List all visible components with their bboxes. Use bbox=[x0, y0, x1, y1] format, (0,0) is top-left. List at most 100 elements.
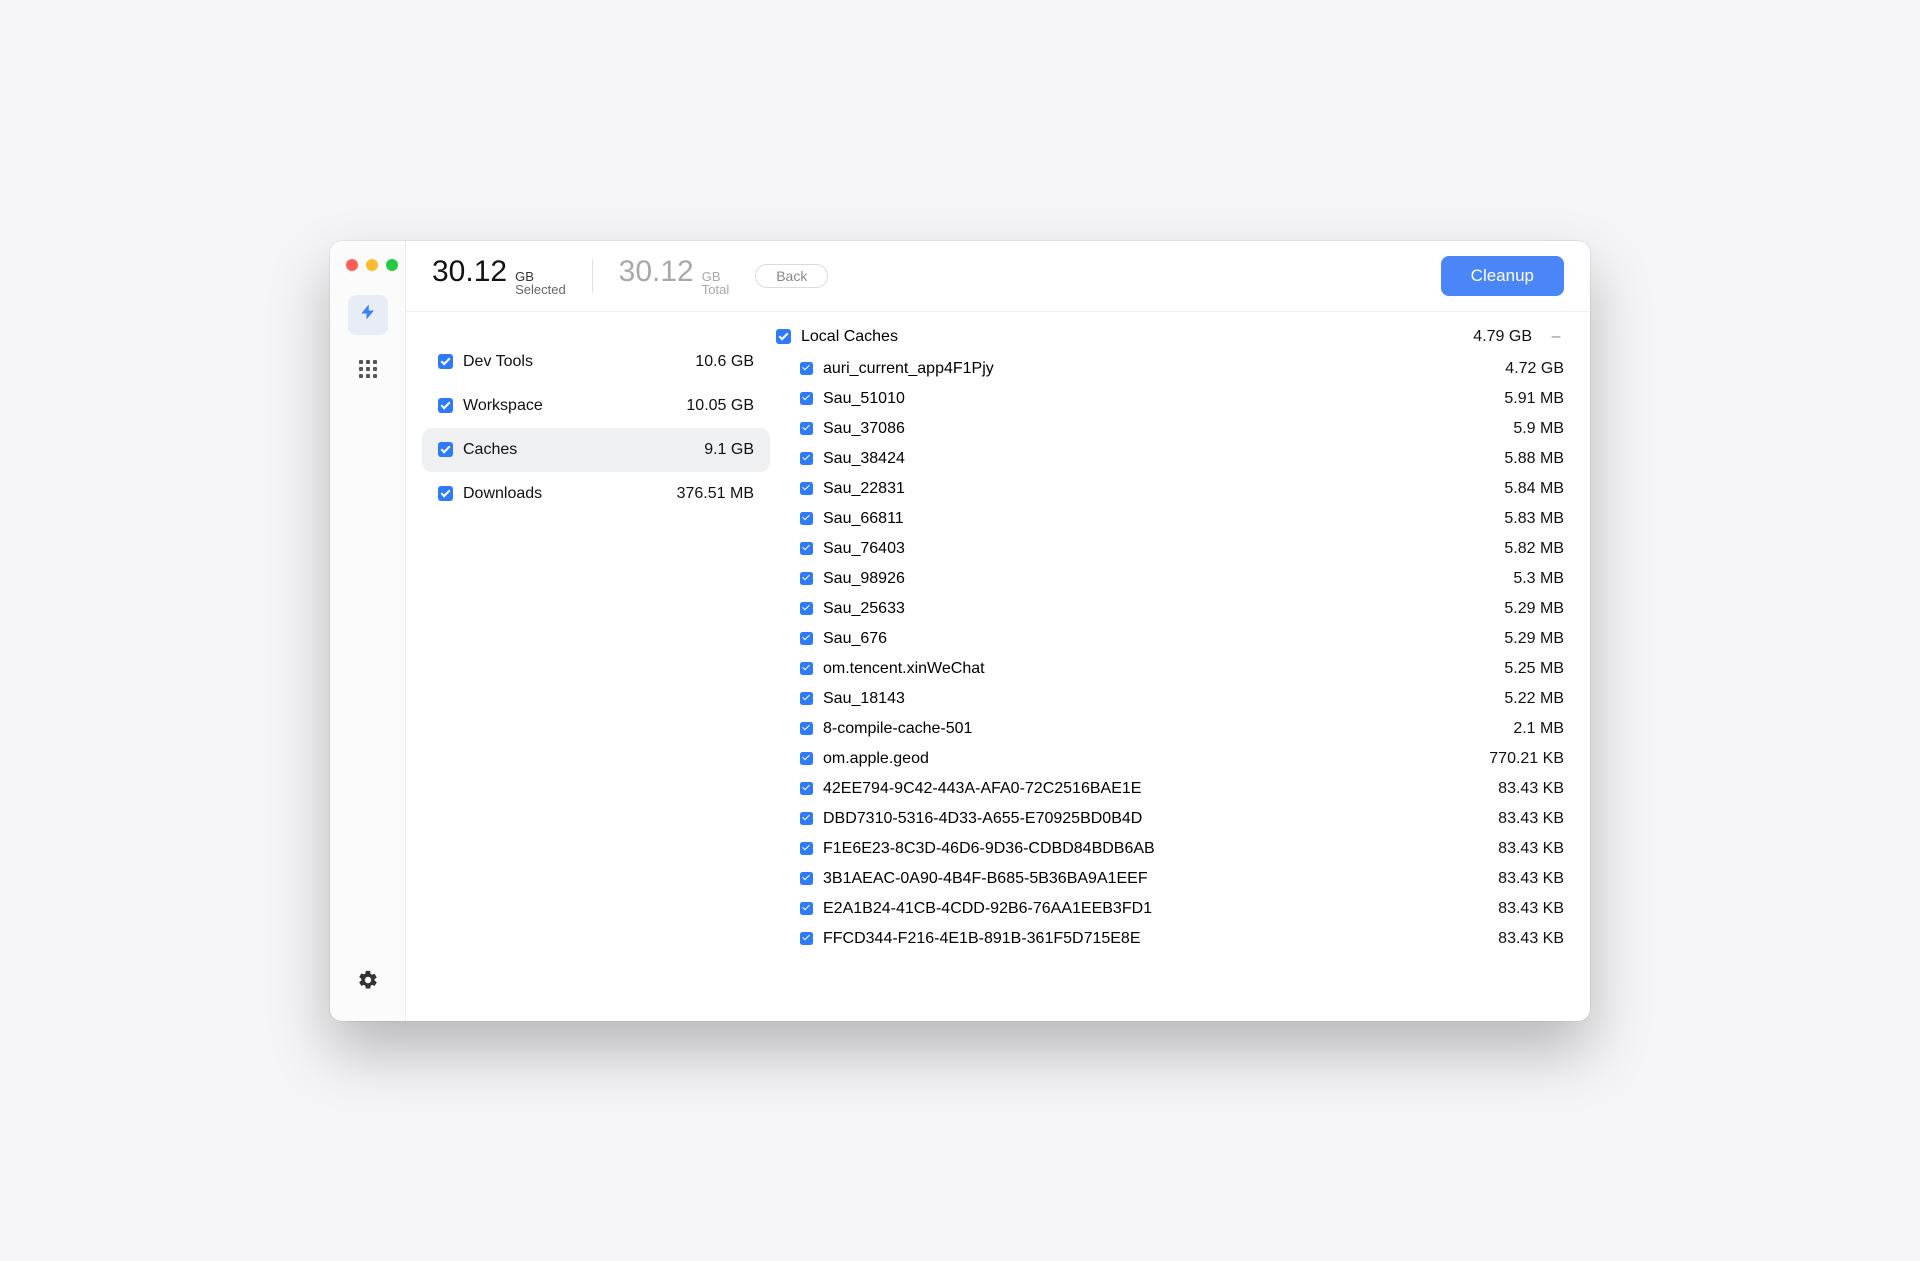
group-name: Local Caches bbox=[801, 328, 1463, 346]
file-row[interactable]: Sau_510105.91 MB bbox=[776, 384, 1568, 414]
file-checkbox[interactable] bbox=[800, 512, 813, 525]
file-checkbox[interactable] bbox=[800, 482, 813, 495]
file-size: 5.91 MB bbox=[1504, 390, 1564, 408]
file-checkbox[interactable] bbox=[800, 812, 813, 825]
category-name: Dev Tools bbox=[463, 353, 685, 371]
file-size: 5.29 MB bbox=[1504, 630, 1564, 648]
header-divider bbox=[592, 259, 593, 293]
category-size: 10.05 GB bbox=[686, 397, 754, 415]
file-name: Sau_37086 bbox=[823, 420, 1503, 438]
close-window-button[interactable] bbox=[346, 259, 358, 271]
file-row[interactable]: F1E6E23-8C3D-46D6-9D36-CDBD84BDB6AB 83.43… bbox=[776, 834, 1568, 864]
file-row[interactable]: Sau_989265.3 MB bbox=[776, 564, 1568, 594]
file-name: 8-compile-cache-501 bbox=[823, 720, 1503, 738]
file-row[interactable]: Sau_37086 5.9 MB bbox=[776, 414, 1568, 444]
file-row[interactable]: Sau_676 5.29 MB bbox=[776, 624, 1568, 654]
file-name: 3B1AEAC-0A90-4B4F-B685-5B36BA9A1EEF bbox=[823, 870, 1488, 888]
collapse-icon[interactable]: – bbox=[1548, 328, 1564, 346]
category-checkbox[interactable] bbox=[438, 354, 453, 369]
file-name: Sau_25633 bbox=[823, 600, 1494, 618]
file-checkbox[interactable] bbox=[800, 572, 813, 585]
grid-icon bbox=[359, 360, 377, 378]
back-button[interactable]: Back bbox=[755, 264, 828, 288]
file-row[interactable]: om.apple.geod 770.21 KB bbox=[776, 744, 1568, 774]
file-checkbox[interactable] bbox=[800, 722, 813, 735]
app-window: 30.12 GB Selected 30.12 GB Total Back Cl… bbox=[330, 241, 1590, 1021]
file-checkbox[interactable] bbox=[800, 692, 813, 705]
file-name: 42EE794-9C42-443A-AFA0-72C2516BAE1E bbox=[823, 780, 1488, 798]
file-row[interactable]: auri_current_app4F1Pjy4.72 GB bbox=[776, 354, 1568, 384]
file-checkbox[interactable] bbox=[800, 782, 813, 795]
cleanup-button[interactable]: Cleanup bbox=[1441, 256, 1564, 296]
detail-list: Local Caches4.79 GB–auri_current_app4F1P… bbox=[776, 312, 1590, 1021]
minimize-window-button[interactable] bbox=[366, 259, 378, 271]
category-row[interactable]: Workspace10.05 GB bbox=[422, 384, 770, 428]
file-row[interactable]: 8-compile-cache-501 2.1 MB bbox=[776, 714, 1568, 744]
category-checkbox[interactable] bbox=[438, 442, 453, 457]
file-name: auri_current_app4F1Pjy bbox=[823, 360, 1495, 378]
file-size: 5.22 MB bbox=[1504, 690, 1564, 708]
file-checkbox[interactable] bbox=[800, 632, 813, 645]
file-name: E2A1B24-41CB-4CDD-92B6-76AA1EEB3FD1 bbox=[823, 900, 1488, 918]
file-checkbox[interactable] bbox=[800, 902, 813, 915]
file-name: Sau_676 bbox=[823, 630, 1494, 648]
file-size: 770.21 KB bbox=[1489, 750, 1564, 768]
file-size: 5.9 MB bbox=[1513, 420, 1564, 438]
file-size: 5.25 MB bbox=[1504, 660, 1564, 678]
file-checkbox[interactable] bbox=[800, 422, 813, 435]
settings-button[interactable] bbox=[348, 963, 388, 1003]
file-name: Sau_38424 bbox=[823, 450, 1494, 468]
file-name: DBD7310-5316-4D33-A655-E70925BD0B4D bbox=[823, 810, 1488, 828]
file-row[interactable]: 42EE794-9C42-443A-AFA0-72C2516BAE1E 83.43… bbox=[776, 774, 1568, 804]
file-checkbox[interactable] bbox=[800, 542, 813, 555]
file-checkbox[interactable] bbox=[800, 932, 813, 945]
file-checkbox[interactable] bbox=[800, 752, 813, 765]
nav-flash-button[interactable] bbox=[348, 295, 388, 335]
file-row[interactable]: DBD7310-5316-4D33-A655-E70925BD0B4D 83.43… bbox=[776, 804, 1568, 834]
category-checkbox[interactable] bbox=[438, 486, 453, 501]
file-row[interactable]: Sau_384245.88 MB bbox=[776, 444, 1568, 474]
file-name: Sau_76403 bbox=[823, 540, 1494, 558]
nav-apps-button[interactable] bbox=[348, 349, 388, 389]
file-checkbox[interactable] bbox=[800, 842, 813, 855]
file-row[interactable]: Sau_668115.83 MB bbox=[776, 504, 1568, 534]
file-row[interactable]: Sau_181435.22 MB bbox=[776, 684, 1568, 714]
file-row[interactable]: Sau_256335.29 MB bbox=[776, 594, 1568, 624]
file-row[interactable]: E2A1B24-41CB-4CDD-92B6-76AA1EEB3FD183.43… bbox=[776, 894, 1568, 924]
file-row[interactable]: 3B1AEAC-0A90-4B4F-B685-5B36BA9A1EEF83.43… bbox=[776, 864, 1568, 894]
file-row[interactable]: FFCD344-F216-4E1B-891B-361F5D715E8E83.43… bbox=[776, 924, 1568, 954]
category-checkbox[interactable] bbox=[438, 398, 453, 413]
category-row[interactable]: Dev Tools10.6 GB bbox=[422, 340, 770, 384]
total-value: 30.12 bbox=[619, 255, 694, 289]
file-row[interactable]: Sau_228315.84 MB bbox=[776, 474, 1568, 504]
group-checkbox[interactable] bbox=[776, 329, 791, 344]
file-name: Sau_22831 bbox=[823, 480, 1494, 498]
file-name: F1E6E23-8C3D-46D6-9D36-CDBD84BDB6AB bbox=[823, 840, 1488, 858]
file-size: 83.43 KB bbox=[1498, 780, 1564, 798]
category-row[interactable]: Downloads376.51 MB bbox=[422, 472, 770, 516]
total-stat: 30.12 GB Total bbox=[619, 255, 730, 297]
file-size: 83.43 KB bbox=[1498, 840, 1564, 858]
category-name: Downloads bbox=[463, 485, 667, 503]
maximize-window-button[interactable] bbox=[386, 259, 398, 271]
file-checkbox[interactable] bbox=[800, 452, 813, 465]
selected-value: 30.12 bbox=[432, 255, 507, 289]
file-row[interactable]: om.tencent.xinWeChat5.25 MB bbox=[776, 654, 1568, 684]
file-size: 5.3 MB bbox=[1513, 570, 1564, 588]
window-controls bbox=[330, 251, 405, 295]
body: Dev Tools10.6 GBWorkspace10.05 GBCaches9… bbox=[406, 312, 1590, 1021]
file-size: 83.43 KB bbox=[1498, 810, 1564, 828]
file-size: 2.1 MB bbox=[1513, 720, 1564, 738]
group-row[interactable]: Local Caches4.79 GB– bbox=[776, 320, 1568, 354]
file-checkbox[interactable] bbox=[800, 392, 813, 405]
file-row[interactable]: Sau_764035.82 MB bbox=[776, 534, 1568, 564]
selected-stat: 30.12 GB Selected bbox=[432, 255, 566, 297]
gear-icon bbox=[357, 969, 379, 996]
file-checkbox[interactable] bbox=[800, 602, 813, 615]
file-checkbox[interactable] bbox=[800, 662, 813, 675]
file-name: om.apple.geod bbox=[823, 750, 1479, 768]
category-row[interactable]: Caches9.1 GB bbox=[422, 428, 770, 472]
file-checkbox[interactable] bbox=[800, 872, 813, 885]
category-list: Dev Tools10.6 GBWorkspace10.05 GBCaches9… bbox=[406, 312, 776, 1021]
file-checkbox[interactable] bbox=[800, 362, 813, 375]
